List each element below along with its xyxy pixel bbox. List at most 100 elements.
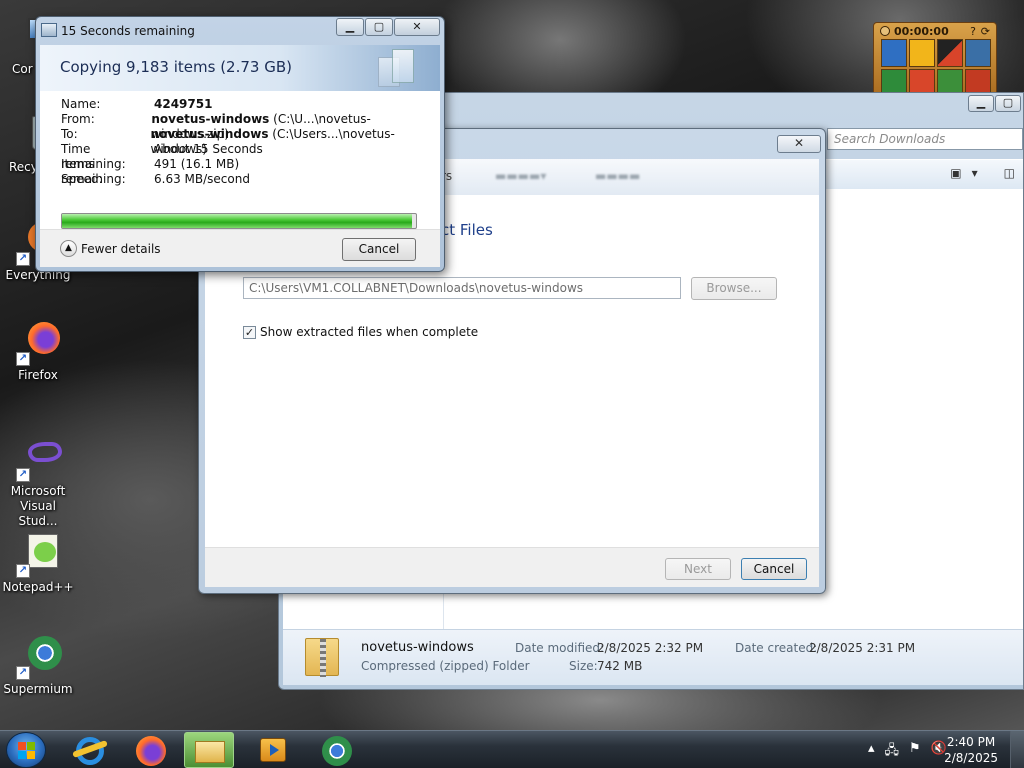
copy-details: Name: 4249751 From: novetus-windows (C:\U..…	[40, 91, 440, 229]
date-modified-label: Date modified:	[515, 641, 605, 655]
minimize-button[interactable]: ▁	[336, 18, 364, 36]
copy-detail-key: Items remaining:	[61, 157, 126, 186]
close-button[interactable]: ✕	[777, 135, 821, 153]
copy-detail-value: 6.63 MB/second	[154, 172, 250, 186]
size-label: Size:	[569, 659, 598, 673]
network-icon[interactable]: 🖧	[885, 741, 900, 763]
shortcut-arrow-icon: ↗	[16, 564, 30, 578]
start-button[interactable]	[6, 732, 46, 768]
date-created-label: Date created:	[735, 641, 818, 655]
copy-detail-value: About 15 Seconds	[154, 142, 263, 156]
desktop-icon-label: Notepad++	[2, 580, 74, 594]
copy-detail-key: Speed:	[61, 172, 103, 186]
firefox-icon	[136, 736, 166, 766]
minimize-button[interactable]: ▁	[968, 95, 994, 112]
progress-bar	[61, 213, 417, 229]
desktop-icon-label: Microsoft Visual Stud...	[10, 484, 66, 528]
desktop-icon-notepad-plus-plus[interactable]: ↗ Notepad++	[0, 530, 76, 594]
show-desktop-button[interactable]	[1010, 731, 1024, 768]
clock-date: 2/8/2025	[944, 751, 998, 765]
date-modified-value: 2/8/2025 2:32 PM	[597, 641, 704, 655]
shortcut-arrow-icon: ↗	[16, 666, 30, 680]
show-extracted-label: Show extracted files when complete	[260, 325, 479, 339]
desktop-icon-firefox[interactable]: ↗ Firefox	[0, 318, 76, 382]
close-button[interactable]: ✕	[394, 18, 440, 36]
shortcut-arrow-icon: ↗	[16, 252, 30, 266]
fewer-details-label: Fewer details	[81, 241, 161, 256]
shuffle-icon[interactable]: ⟳	[981, 25, 990, 38]
supermium-icon: ↗	[14, 632, 62, 680]
desktop-icon-label: Supermium	[3, 682, 73, 696]
details-file-type: Compressed (zipped) Folder	[361, 659, 530, 673]
desktop-icon-supermium[interactable]: ↗ Supermium	[0, 632, 76, 696]
puzzle-gadget[interactable]: 00:00:00 ? ⟳	[873, 22, 997, 100]
chevron-up-icon[interactable]: ▲	[60, 240, 77, 257]
date-created-value: 2/8/2025 2:31 PM	[809, 641, 916, 655]
details-pane: novetus-windows Compressed (zipped) Fold…	[283, 629, 1023, 685]
copy-footer: ▲ Fewer details Cancel	[40, 229, 440, 267]
action-center-flag-icon[interactable]: ⚑	[909, 741, 921, 763]
cancel-button[interactable]: Cancel	[342, 238, 416, 261]
supermium-icon	[322, 736, 352, 766]
search-input[interactable]: Search Downloads	[827, 128, 1023, 150]
maximize-button[interactable]: ▢	[995, 95, 1021, 112]
copy-detail-value: 491 (16.1 MB)	[154, 157, 240, 171]
copy-detail-row: Time remaining: About 15 Seconds	[61, 142, 440, 171]
copy-detail-key: Name:	[61, 97, 101, 111]
copy-header: Copying 9,183 items (2.73 GB)	[40, 45, 440, 91]
copy-detail-value: novetus-windows (C:\Users...\novetus-win…	[150, 127, 395, 156]
copy-detail-key: Time remaining:	[61, 142, 126, 171]
copy-detail-row: Speed: 6.63 MB/second	[61, 172, 440, 187]
gadget-timer: 00:00:00	[894, 25, 949, 38]
visual-studio-icon: ↗	[14, 434, 62, 482]
preview-pane-icon[interactable]: ◫	[1004, 166, 1015, 180]
copy-details-rows: Name: 4249751 From: novetus-windows (C:\U..…	[61, 97, 440, 187]
taskbar-firefox[interactable]	[124, 732, 178, 768]
firefox-icon: ↗	[14, 318, 62, 366]
copy-dialog-icon	[41, 23, 57, 37]
puzzle-grid[interactable]	[881, 39, 991, 97]
clock-time: 2:40 PM	[946, 735, 996, 749]
next-button[interactable]: Next	[665, 558, 731, 580]
show-extracted-checkbox[interactable]: ✓	[243, 325, 256, 339]
desktop-icon-visual-studio[interactable]: ↗ Microsoft Visual Stud...	[0, 434, 76, 529]
cancel-button[interactable]: Cancel	[741, 558, 807, 580]
maximize-button[interactable]: ▢	[365, 18, 393, 36]
chevron-down-icon[interactable]: ▾	[972, 166, 978, 180]
destination-path-field[interactable]: C:\Users\VM1.COLLABNET\Downloads\novetus…	[243, 277, 681, 299]
taskbar-media-player[interactable]	[246, 732, 300, 768]
windows-logo-icon	[18, 742, 36, 760]
copy-detail-row: Items remaining: 491 (16.1 MB)	[61, 157, 440, 186]
zip-folder-icon	[305, 638, 339, 677]
copy-detail-key: To:	[61, 127, 78, 141]
shortcut-arrow-icon: ↗	[16, 352, 30, 366]
copy-detail-value: novetus-windows (C:\U...\novetus-windows…	[151, 112, 371, 141]
dialog-title: 15 Seconds remaining	[61, 24, 195, 38]
copy-animation-icon	[374, 49, 414, 87]
fewer-details-toggle[interactable]: ▲ Fewer details	[60, 240, 161, 257]
nav-blurred-item: ▬▬▬▬▾	[495, 169, 547, 183]
taskbar-supermium[interactable]	[310, 732, 364, 768]
copy-detail-row: Name: 4249751	[61, 97, 440, 112]
system-tray: ▴ 🖧 ⚑ 🔇 2:40 PM 2/8/2025	[824, 731, 1024, 768]
help-icon[interactable]: ?	[970, 25, 976, 38]
notepad-plus-plus-icon: ↗	[14, 530, 62, 578]
show-hidden-icons-icon[interactable]: ▴	[868, 741, 875, 763]
nav-blurred-item: ▬▬▬▬	[595, 169, 641, 183]
copy-progress-dialog[interactable]: 15 Seconds remaining ▁ ▢ ✕ Copying 9,183…	[35, 16, 445, 272]
progress-fill	[62, 214, 413, 228]
taskbar-file-explorer[interactable]	[184, 732, 234, 768]
folder-icon	[195, 741, 225, 763]
wizard-heading: ct Files	[441, 221, 493, 239]
clock[interactable]: 2:40 PM 2/8/2025	[944, 734, 998, 766]
browse-button[interactable]: Browse...	[691, 277, 777, 300]
window-controls: ▁ ▢ ✕	[336, 18, 440, 36]
copy-detail-row: From: novetus-windows (C:\U...\novetus-wi…	[61, 112, 440, 141]
taskbar-internet-explorer[interactable]	[62, 732, 116, 768]
copy-detail-value: 4249751	[154, 97, 213, 111]
copy-detail-key: From:	[61, 112, 95, 126]
show-extracted-row[interactable]: ✓ Show extracted files when complete	[243, 325, 478, 339]
view-options-icon[interactable]: ▣	[950, 166, 961, 180]
shortcut-arrow-icon: ↗	[16, 468, 30, 482]
details-file-name: novetus-windows	[361, 640, 474, 655]
